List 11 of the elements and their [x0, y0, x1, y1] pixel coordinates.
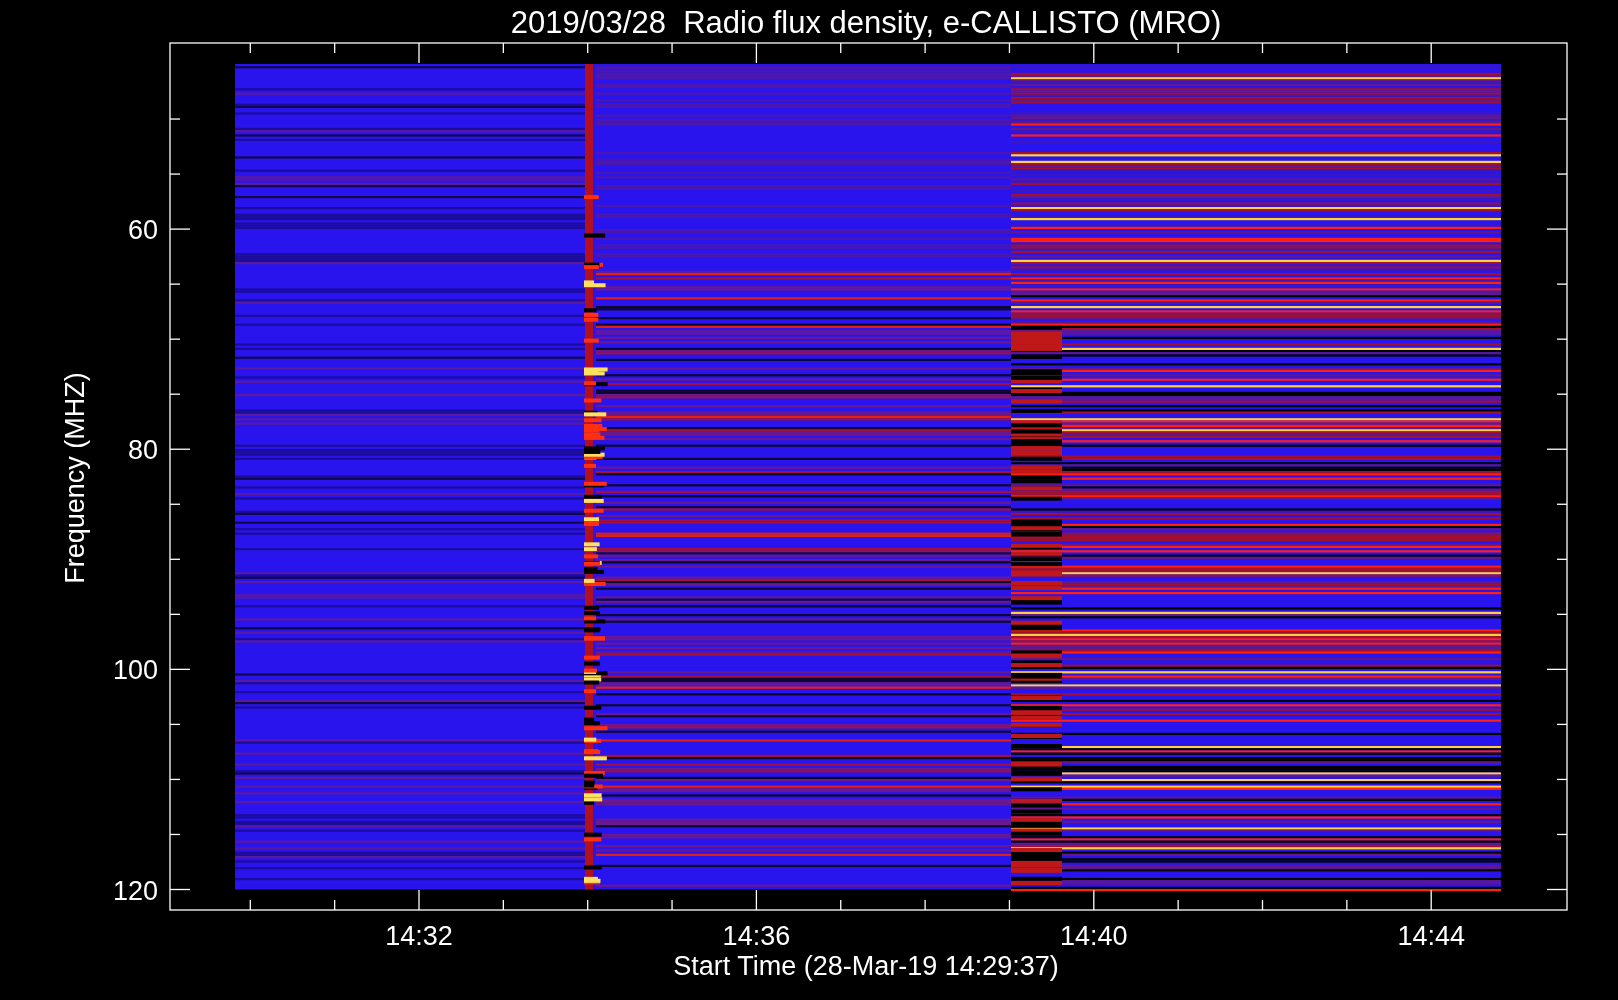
tick-label: 120: [112, 875, 158, 906]
tick-label: 14:44: [1397, 921, 1465, 951]
chart-title: 2019/03/28 Radio flux density, e-CALLISTO (MRO): [510, 5, 1222, 40]
tick-label: 14:32: [385, 921, 453, 951]
tick-label: 80: [127, 435, 158, 466]
axis-label: Frequency (MHZ): [60, 372, 90, 584]
tick-label: 14:40: [1060, 921, 1128, 951]
tick-label: 60: [127, 215, 158, 246]
tick-label: 14:36: [722, 921, 791, 951]
tick-label: 100: [112, 655, 158, 686]
axis-label: Start Time (28-Mar-19 14:29:37): [673, 951, 1059, 981]
